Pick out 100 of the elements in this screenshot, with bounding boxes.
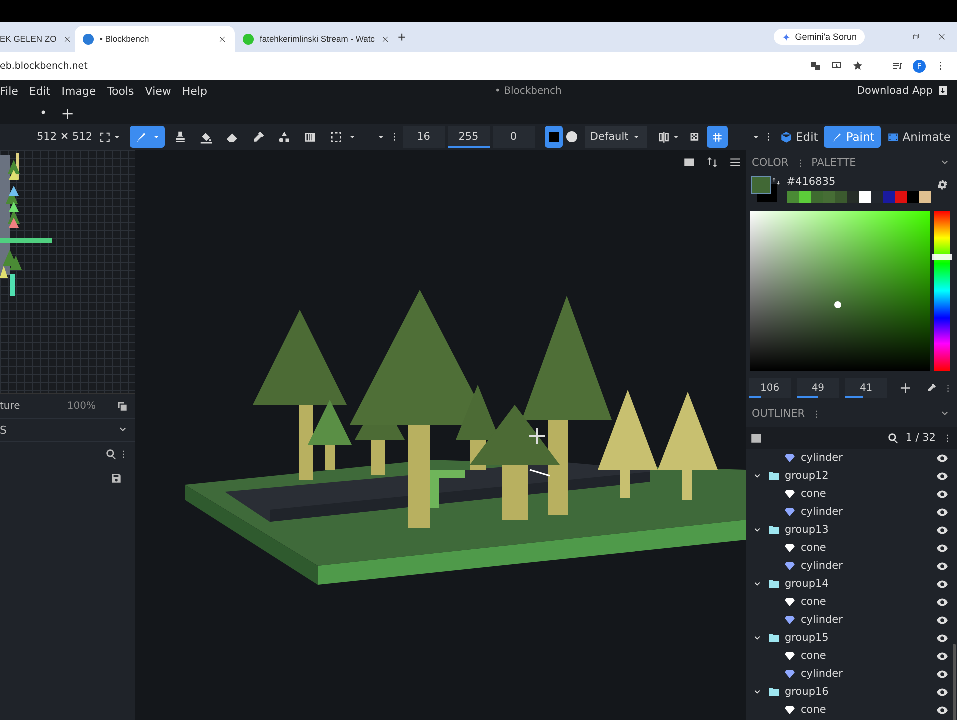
search-icon[interactable] <box>886 432 900 444</box>
mode-tab[interactable]: Animate <box>880 126 957 148</box>
star-icon[interactable] <box>852 60 864 72</box>
palette-swatch[interactable] <box>894 191 907 203</box>
sort-icon[interactable] <box>706 156 719 169</box>
mirror-icon[interactable] <box>656 130 672 144</box>
group-name[interactable]: group12 <box>785 470 829 482</box>
palette-swatch[interactable] <box>786 191 799 203</box>
palette-swatch[interactable] <box>882 191 895 203</box>
menu-item[interactable]: Image <box>62 84 96 98</box>
blend-mode-dropdown[interactable]: Default <box>585 126 647 148</box>
palette-swatch[interactable] <box>858 191 871 203</box>
cube-icon <box>780 130 794 144</box>
panel-tab[interactable]: PALETTE <box>812 157 856 169</box>
palette-swatch[interactable] <box>822 191 835 203</box>
palette-swatch[interactable] <box>798 191 811 203</box>
zoom-level: 100% <box>67 400 96 412</box>
image-icon[interactable] <box>683 156 696 169</box>
menu-icon[interactable] <box>729 156 742 169</box>
browser-tab[interactable]: EK GELEN ZO <box>0 26 75 52</box>
close-icon[interactable] <box>380 34 390 44</box>
group-name[interactable]: group15 <box>785 632 829 644</box>
media-icon[interactable] <box>892 60 904 72</box>
color-picker[interactable] <box>750 211 930 371</box>
search-icon[interactable] <box>105 448 118 460</box>
unsaved-indicator: • <box>40 106 48 120</box>
palette-swatch[interactable] <box>870 191 883 203</box>
mesh-name[interactable]: cone <box>801 704 826 716</box>
mesh-name[interactable]: cone <box>801 542 826 554</box>
mesh-name[interactable]: cylinder <box>801 614 843 626</box>
number-field[interactable]: 255 <box>448 126 490 148</box>
number-field[interactable]: 41 <box>845 378 888 398</box>
grid-button[interactable] <box>706 126 728 148</box>
window-title: • Blockbench <box>495 86 562 96</box>
close-icon[interactable] <box>62 34 72 44</box>
settings-icon[interactable] <box>936 178 948 192</box>
number-field[interactable]: 49 <box>797 378 840 398</box>
film-icon <box>886 130 900 144</box>
download-button[interactable]: Download App <box>856 85 949 97</box>
scrollbar[interactable] <box>953 644 956 720</box>
menu-item[interactable]: File <box>0 84 18 98</box>
mesh-name[interactable]: cone <box>801 596 826 608</box>
brush-button[interactable] <box>130 126 165 148</box>
menu-item[interactable]: View <box>145 84 172 98</box>
new-tab-button[interactable]: + <box>398 29 406 45</box>
hue-handle[interactable] <box>932 254 952 260</box>
assistant-button[interactable]: Gemini'a Sorun <box>774 29 865 45</box>
group-name[interactable]: group16 <box>785 686 829 698</box>
swap-icon[interactable] <box>772 176 781 187</box>
hue-slider[interactable] <box>934 211 950 371</box>
mesh-name[interactable]: cylinder <box>801 560 843 572</box>
texture-size-label: 512 ✕ 512 <box>37 131 94 143</box>
restore-icon[interactable] <box>911 32 921 42</box>
mesh-name[interactable]: cone <box>801 488 826 500</box>
eyedropper-icon[interactable] <box>926 382 938 394</box>
fullscreen-icon[interactable] <box>99 130 112 144</box>
palette-swatch[interactable] <box>834 191 847 203</box>
hex-field[interactable]: #416835 <box>786 176 931 188</box>
group-name[interactable]: group13 <box>785 524 829 536</box>
item-count: 1 / 32 <box>906 432 936 444</box>
mode-tab[interactable]: Edit <box>774 126 824 148</box>
number-field[interactable]: 106 <box>749 378 792 398</box>
texture-name: ture <box>0 400 20 412</box>
panel-title: OUTLINER <box>752 408 806 420</box>
menu-item[interactable]: Help <box>182 84 208 98</box>
translate-icon[interactable] <box>810 60 822 72</box>
panel-tab[interactable]: COLOR <box>752 157 789 169</box>
mesh-name[interactable]: cylinder <box>801 668 843 680</box>
menu-item[interactable]: Tools <box>107 84 134 98</box>
save-icon[interactable] <box>110 472 123 484</box>
crosshair-icon <box>528 427 546 445</box>
palette-swatch[interactable] <box>846 191 859 203</box>
menu-item[interactable]: Edit <box>29 84 51 98</box>
square-brush-button[interactable] <box>545 126 564 148</box>
folder-icon <box>768 578 780 590</box>
browser-tab[interactable]: fatehkerimlinski Stream - Watc <box>235 26 390 52</box>
group-name[interactable]: group14 <box>785 578 829 590</box>
profile-button[interactable]: F <box>913 60 926 72</box>
palette-swatch[interactable] <box>906 191 919 203</box>
number-field[interactable]: 0 <box>492 126 535 148</box>
folder-icon <box>768 524 780 536</box>
mesh-name[interactable]: cylinder <box>801 506 843 518</box>
selection-icon <box>328 130 344 144</box>
palette-swatch[interactable] <box>918 191 931 203</box>
list-icon[interactable] <box>750 432 763 444</box>
close-icon[interactable] <box>218 34 227 44</box>
folder-icon <box>768 686 780 698</box>
round-shape-icon <box>566 131 578 143</box>
download-icon <box>937 85 949 97</box>
palette-swatch[interactable] <box>810 191 823 203</box>
picker-handle[interactable] <box>834 302 842 309</box>
copy-icon[interactable] <box>116 400 129 412</box>
mesh-name[interactable]: cylinder <box>801 452 843 464</box>
close-icon[interactable] <box>937 32 947 42</box>
number-field[interactable]: 16 <box>402 126 445 148</box>
add-tab-button[interactable]: + <box>61 104 74 122</box>
browser-tab[interactable]: • Blockbench <box>75 26 235 52</box>
address-field[interactable]: eb.blockbench.net <box>0 60 810 72</box>
mesh-name[interactable]: cone <box>801 650 826 662</box>
add-button[interactable]: + <box>899 379 912 397</box>
